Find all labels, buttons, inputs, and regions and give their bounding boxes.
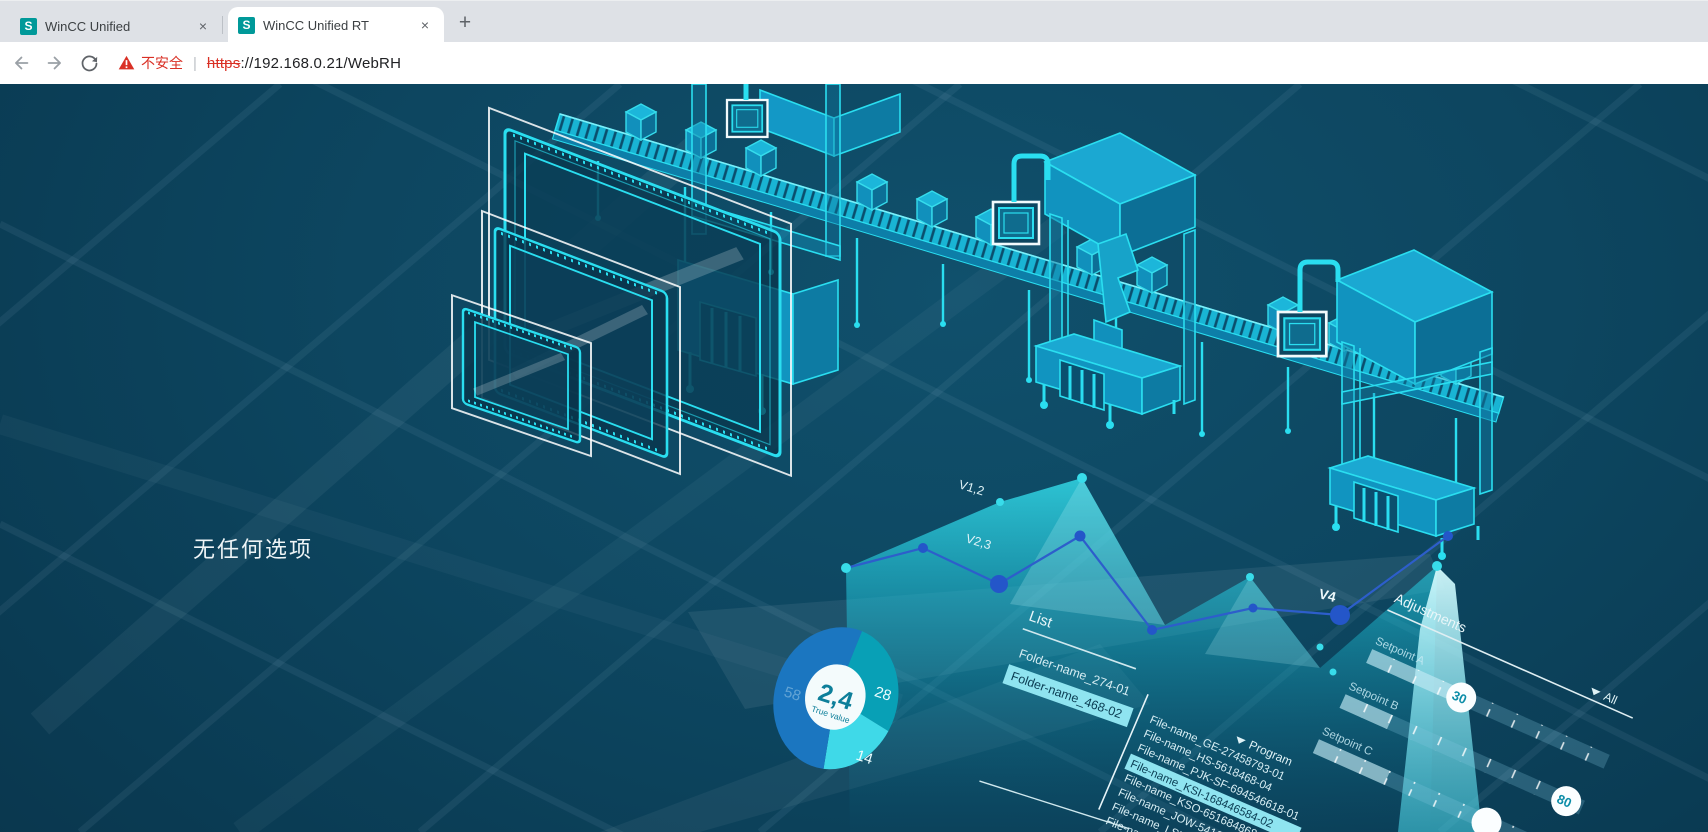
tab-strip: S WinCC Unified × S WinCC Unified RT × + <box>0 0 1708 43</box>
hanging-monitor-icon <box>993 202 1039 244</box>
security-warning-label: 不安全 <box>141 53 183 73</box>
close-icon[interactable]: × <box>194 17 212 35</box>
forward-icon[interactable] <box>42 50 68 76</box>
url-scheme: https <box>207 55 241 72</box>
industrial-illustration: V1,2 V2,3 V4 58 28 14 2,4 True value Lis… <box>0 84 1708 832</box>
warning-icon <box>118 55 135 71</box>
browser-toolbar: 不安全 | https://192.168.0.21/WebRH <box>0 42 1708 85</box>
address-bar[interactable]: 不安全 | https://192.168.0.21/WebRH <box>118 53 401 73</box>
tab-wincc-unified[interactable]: S WinCC Unified × <box>10 9 222 43</box>
hanging-monitor-icon <box>1278 312 1326 356</box>
url-text: https://192.168.0.21/WebRH <box>207 55 401 72</box>
no-options-message: 无任何选项 <box>193 532 313 564</box>
page-content: V1,2 V2,3 V4 58 28 14 2,4 True value Lis… <box>0 84 1708 832</box>
tab-title: WinCC Unified RT <box>263 18 408 33</box>
siemens-favicon-icon: S <box>20 18 37 35</box>
browser-window: S WinCC Unified × S WinCC Unified RT × +… <box>0 0 1708 832</box>
address-divider: | <box>193 55 197 72</box>
machine-station-robot <box>1036 133 1195 429</box>
tab-separator <box>222 16 223 34</box>
tab-wincc-unified-rt[interactable]: S WinCC Unified RT × <box>228 7 444 43</box>
reload-icon[interactable] <box>76 50 102 76</box>
tab-title: WinCC Unified <box>45 19 186 34</box>
back-icon[interactable] <box>8 50 34 76</box>
url-rest: ://192.168.0.21/WebRH <box>240 55 401 72</box>
close-icon[interactable]: × <box>416 16 434 34</box>
siemens-favicon-icon: S <box>238 17 255 34</box>
monitor-pipe <box>1014 156 1048 202</box>
new-tab-button[interactable]: + <box>452 11 478 37</box>
hanging-monitor-icon <box>727 100 767 137</box>
series-label-v12: V1,2 <box>957 477 986 498</box>
